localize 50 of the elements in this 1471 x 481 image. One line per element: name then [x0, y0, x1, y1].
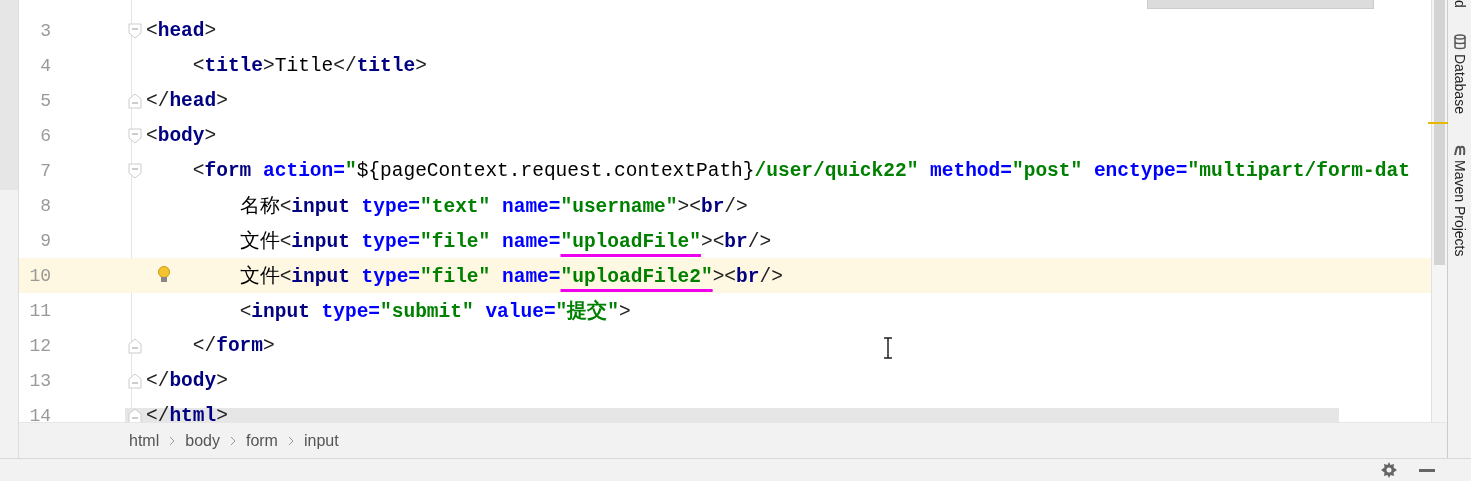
- fold-icon[interactable]: [128, 127, 142, 144]
- line-number: 9: [39, 230, 51, 251]
- line-number: 12: [28, 335, 51, 356]
- settings-icon[interactable]: [1381, 462, 1397, 478]
- line-number: 7: [39, 160, 51, 181]
- code-line: <body>: [146, 124, 217, 147]
- code-line: 文件<input type="file" name="uploadFile2"><br/>: [239, 264, 783, 289]
- code-line: 名称<input type="text" name="username"><br/>: [239, 195, 748, 219]
- chevron-icon: [229, 435, 236, 446]
- code-line: <input type="submit" value="提交">: [239, 298, 631, 324]
- tool-window-tab[interactable]: d: [1451, 0, 1468, 8]
- line-number: 4: [39, 55, 51, 76]
- breadcrumb-item[interactable]: body: [185, 431, 220, 450]
- fold-icon[interactable]: [128, 92, 142, 109]
- lightbulb-icon[interactable]: [157, 266, 171, 284]
- code-line: <form action="${pageContext.request.contextPath}/user/quick22" method="post" enctype="multipart/form-dat: [192, 159, 1410, 182]
- fold-icon[interactable]: [128, 22, 142, 39]
- code-line: <title>Title</title>: [192, 54, 427, 77]
- text-cursor-icon: [884, 337, 892, 359]
- fold-icon[interactable]: [128, 372, 142, 389]
- code-line: 文件<input type="file" name="uploadFile"><br/>: [239, 229, 772, 254]
- line-number: 5: [39, 90, 51, 111]
- line-number: 6: [39, 125, 51, 146]
- minimize-icon[interactable]: [1419, 468, 1435, 472]
- tool-window-tab[interactable]: Database: [1451, 53, 1468, 114]
- database-icon: [1453, 33, 1466, 50]
- line-number: 3: [39, 20, 51, 41]
- warning-marker[interactable]: [1428, 122, 1448, 124]
- chevron-icon: [169, 435, 176, 446]
- breadcrumb-item[interactable]: html: [129, 431, 160, 450]
- line-number: 8: [39, 195, 51, 216]
- line-number: 10: [28, 265, 51, 286]
- fold-icon[interactable]: [128, 162, 142, 179]
- code-line: </body>: [146, 369, 228, 392]
- line-number: 13: [28, 370, 51, 391]
- line-number: 14: [28, 405, 51, 422]
- fold-icon[interactable]: [128, 337, 142, 354]
- horizontal-scrollbar[interactable]: [125, 408, 1339, 422]
- fold-icon[interactable]: [128, 407, 142, 422]
- maven-icon: [1452, 143, 1467, 156]
- code-line: </head>: [146, 89, 228, 112]
- breadcrumb-item[interactable]: input: [303, 431, 339, 450]
- code-line: </html>: [146, 404, 228, 422]
- chevron-icon: [287, 435, 294, 446]
- line-number: 11: [28, 300, 51, 321]
- code-line: <head>: [146, 19, 217, 42]
- breadcrumb-item[interactable]: form: [245, 431, 278, 450]
- tool-window-tab[interactable]: Maven Projects: [1451, 159, 1468, 257]
- scrollbar-thumb[interactable]: [1434, 0, 1445, 265]
- code-line: </form>: [192, 334, 275, 357]
